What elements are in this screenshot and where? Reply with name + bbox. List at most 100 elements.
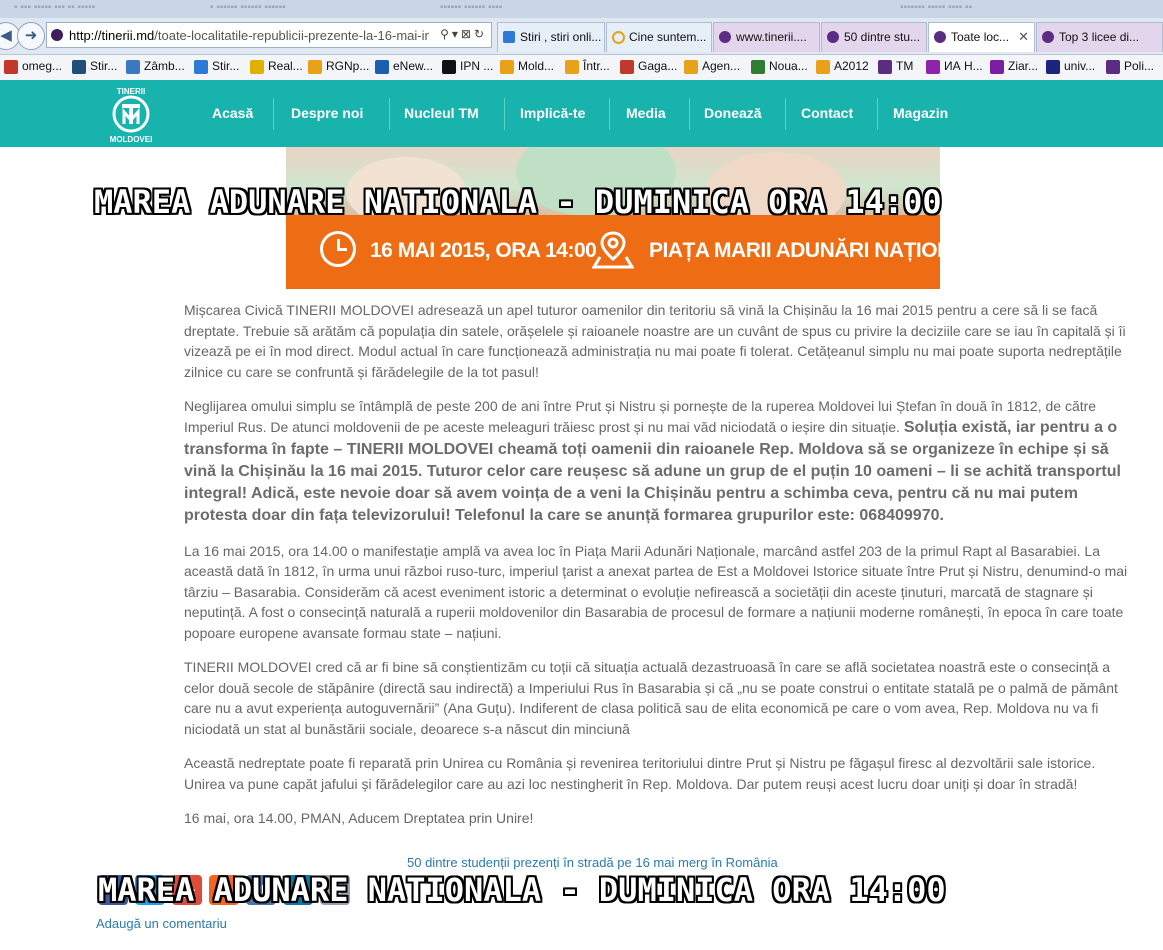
article-paragraph-5: Această nedreptate poate fi reparată pri…	[184, 755, 1096, 792]
favorite-site-icon	[565, 60, 579, 74]
favorite-item[interactable]: RGNp...	[308, 59, 370, 74]
close-tab-icon[interactable]: ✕	[1018, 23, 1029, 51]
favorite-label: TM	[896, 59, 914, 73]
favorite-item[interactable]: Stir...	[194, 59, 240, 74]
menu-item[interactable]: Media	[626, 80, 666, 147]
article-paragraph-3: La 16 mai 2015, ora 14.00 o manifestație…	[184, 542, 1128, 641]
favorite-item[interactable]: Ziar...	[990, 59, 1038, 74]
site-header: TINERII MOLDOVEI Acasă Despre noi Nucleul …	[0, 80, 1163, 147]
browser-tab-label: www.tinerii....	[736, 30, 807, 44]
menu-divider	[785, 98, 786, 130]
favorite-item[interactable]: univ...	[1046, 59, 1096, 74]
browser-tab[interactable]: Top 3 licee di...	[1036, 22, 1163, 52]
favorite-site-icon	[684, 60, 698, 74]
favorite-label: ИА Н...	[944, 59, 983, 73]
menu-divider	[609, 98, 610, 130]
favorite-item[interactable]: A2012	[816, 59, 869, 74]
overlay-caption-bottom: MAREA ADUNARE NATIONALA - DUMINICA ORA 1…	[98, 871, 946, 909]
favorite-item[interactable]: eNew...	[375, 59, 433, 74]
menu-divider	[273, 98, 274, 130]
browser-tab[interactable]: Stiri , stiri onli...	[497, 22, 605, 52]
article-paragraph-2: Neglijarea omului simplu se întâmplă de …	[184, 396, 1134, 527]
favorite-site-icon	[375, 60, 389, 74]
favorite-label: Într...	[583, 59, 610, 73]
url-path: /toate-localitatile-republicii-prezente-…	[154, 28, 429, 43]
favorite-site-icon	[1106, 60, 1120, 74]
browser-tab-label: 50 dintre stu...	[844, 30, 921, 44]
menu-item[interactable]: Nucleul TM	[404, 80, 479, 147]
url-host: http://tinerii.md	[69, 28, 155, 43]
favorite-site-icon	[620, 60, 634, 74]
favorite-item[interactable]: Agen...	[684, 59, 740, 74]
favorite-item[interactable]: TM	[878, 59, 914, 74]
favorite-label: univ...	[1064, 59, 1096, 73]
favorite-site-icon	[500, 60, 514, 74]
favorite-label: Zâmb...	[144, 59, 185, 73]
favorite-label: Noua...	[769, 59, 808, 73]
favorites-bar: omeg... Stir... Zâmb... Stir... Real... RGNp.…	[0, 55, 1163, 81]
overlay-caption-top: MAREA ADUNARE NATIONALA - DUMINICA ORA 1…	[94, 183, 942, 221]
browser-tab[interactable]: Cine suntem...	[606, 22, 712, 52]
favorite-site-icon	[751, 60, 765, 74]
tm-icon	[1042, 31, 1054, 43]
forward-icon[interactable]: ➜	[17, 22, 45, 50]
address-bar[interactable]: http://tinerii.md/toate-localitatile-rep…	[46, 22, 492, 48]
clock-icon	[320, 231, 356, 267]
favorite-item[interactable]: Zâmb...	[126, 59, 185, 74]
add-comment-link[interactable]: Adaugă un comentariu	[96, 916, 227, 931]
favorite-label: Mold...	[518, 59, 555, 73]
address-bar-icons[interactable]: ⚲▾⊠↻	[440, 27, 487, 41]
menu-item[interactable]: Donează	[704, 80, 762, 147]
menu-divider	[689, 98, 690, 130]
browser-tab[interactable]: Toate loc... ✕	[928, 22, 1035, 52]
related-article-link[interactable]: 50 dintre studenții prezenți în stradă p…	[407, 855, 778, 870]
address-bar-url[interactable]: http://tinerii.md/toate-localitatile-rep…	[69, 28, 429, 43]
menu-item[interactable]: Despre noi	[291, 80, 363, 147]
article-paragraph-1: Mișcarea Civică TINERII MOLDOVEI adresea…	[184, 302, 1126, 380]
site-favicon-icon	[51, 29, 63, 41]
article-paragraph-4: TINERII MOLDOVEI cred că ar fi bine să c…	[184, 659, 1118, 737]
menu-item[interactable]: Contact	[801, 80, 853, 147]
favorite-site-icon	[4, 60, 18, 74]
favorite-site-icon	[878, 60, 892, 74]
favorite-label: Stir...	[212, 59, 240, 73]
browser-tab-label: Top 3 licee di...	[1059, 30, 1140, 44]
favorite-item[interactable]: Mold...	[500, 59, 555, 74]
favorite-item[interactable]: Într...	[565, 59, 610, 74]
background-tab-text: ▪ ▪▪▪▪▪▪ ▪▪▪▪▪▪ ▪▪▪▪▪▪	[210, 2, 286, 13]
menu-item[interactable]: Acasă	[212, 80, 253, 147]
favorite-item[interactable]: omeg...	[4, 59, 62, 74]
logo-text-bottom: MOLDOVEI	[110, 135, 153, 144]
favorite-site-icon	[442, 60, 456, 74]
favorite-label: Stir...	[90, 59, 118, 73]
browser-tab[interactable]: 50 dintre stu...	[821, 22, 927, 52]
favorite-label: A2012	[834, 59, 869, 73]
favorite-item[interactable]: Stir...	[72, 59, 118, 74]
menu-item[interactable]: Implică-te	[520, 80, 585, 147]
favorite-item[interactable]: Gaga...	[620, 59, 678, 74]
browser-navigation-bar: ◀ ➜ http://tinerii.md/toate-localitatile…	[0, 18, 1163, 55]
favorite-item[interactable]: IPN ...	[442, 59, 494, 74]
background-tab-text: ▪ ▪▪▪ ▪▪▪▪▪ ▪▪▪ ▪▪ ▪▪▪▪▪	[14, 2, 96, 13]
menu-divider	[504, 98, 505, 130]
favorite-site-icon	[1046, 60, 1060, 74]
tinerii-moldovei-logo[interactable]: TINERII MOLDOVEI	[103, 84, 159, 144]
tm-icon	[934, 31, 946, 43]
article-signature: 16 mai, ora 14.00, PMAN, Aducem Dreptate…	[184, 810, 534, 826]
favorite-label: Gaga...	[638, 59, 678, 73]
favorite-label: IPN ...	[460, 59, 494, 73]
article-body: Mișcarea Civică TINERII MOLDOVEI adresea…	[184, 300, 1134, 829]
site-icon	[503, 31, 515, 43]
favorite-item[interactable]: ИА Н...	[926, 59, 983, 74]
favorite-item[interactable]: Noua...	[751, 59, 808, 74]
favorite-item[interactable]: Real...	[250, 59, 303, 74]
favorite-label: RGNp...	[326, 59, 370, 73]
background-tab-text: ▪▪▪▪▪▪ ▪▪▪▪▪▪ ▪▪▪▪	[440, 2, 503, 13]
favorite-site-icon	[308, 60, 322, 74]
favorite-site-icon	[126, 60, 140, 74]
favorite-item[interactable]: Poli...	[1106, 59, 1154, 74]
menu-item[interactable]: Magazin	[893, 80, 948, 147]
menu-divider	[877, 98, 878, 130]
browser-tab[interactable]: www.tinerii....	[713, 22, 820, 52]
favorite-site-icon	[194, 60, 208, 74]
